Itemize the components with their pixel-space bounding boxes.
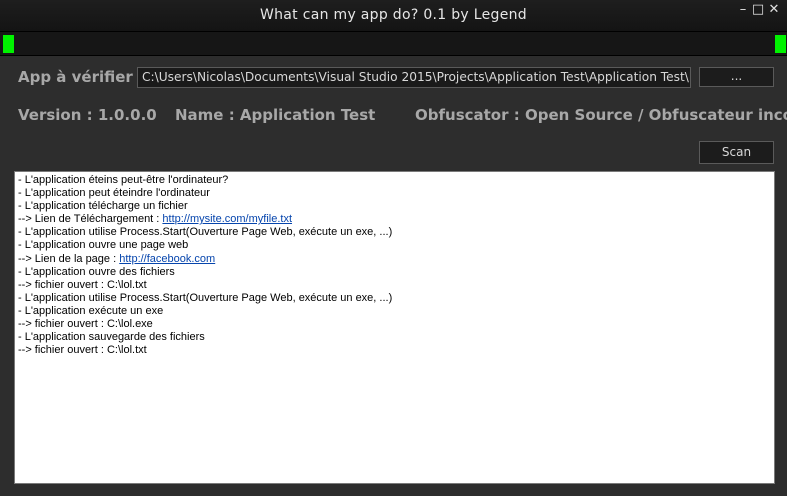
output-line-text: --> Lien de la page : xyxy=(18,252,120,265)
output-line-text: --> fichier ouvert : C:\lol.exe xyxy=(18,318,153,331)
obfuscator-label: Obfuscator : Open Source / Obfuscateur i… xyxy=(415,106,787,124)
progress-indicator-right xyxy=(775,35,786,53)
output-line: - L'application utilise Process.Start(Ou… xyxy=(18,292,771,305)
browse-button[interactable]: ... xyxy=(699,67,774,87)
name-label: Name : Application Test xyxy=(175,106,376,124)
output-line-text: --> Lien de Téléchargement : xyxy=(18,213,163,226)
title-bar[interactable]: What can my app do? 0.1 by Legend – □ ✕ xyxy=(0,0,787,31)
output-line: - L'application télécharge un fichier xyxy=(18,200,771,213)
output-line: - L'application ouvre une page web xyxy=(18,239,771,252)
output-line: --> fichier ouvert : C:\lol.txt xyxy=(18,279,771,292)
output-line: - L'application peut éteindre l'ordinate… xyxy=(18,187,771,200)
output-line-text: --> fichier ouvert : C:\lol.txt xyxy=(18,278,147,291)
output-line-text: - L'application ouvre des fichiers xyxy=(18,265,175,278)
output-line-text: - L'application sauvegarde des fichiers xyxy=(18,331,205,344)
output-line-text: - L'application utilise Process.Start(Ou… xyxy=(18,226,393,239)
scan-button[interactable]: Scan xyxy=(699,141,774,164)
minimize-icon[interactable]: – xyxy=(736,3,750,17)
output-line: --> Lien de la page : http://facebook.co… xyxy=(18,253,771,266)
output-line: - L'application éteins peut-être l'ordin… xyxy=(18,174,771,187)
output-line: - L'application ouvre des fichiers xyxy=(18,266,771,279)
maximize-icon[interactable]: □ xyxy=(751,3,765,17)
output-line: --> fichier ouvert : C:\lol.exe xyxy=(18,318,771,331)
output-link[interactable]: http://facebook.com xyxy=(119,253,215,265)
output-line-text: - L'application éteins peut-être l'ordin… xyxy=(18,174,229,186)
progress-bar xyxy=(0,31,787,56)
output-line-text: - L'application exécute un exe xyxy=(18,304,164,317)
output-line: - L'application sauvegarde des fichiers xyxy=(18,331,771,344)
output-line-text: - L'application peut éteindre l'ordinate… xyxy=(18,187,210,200)
close-icon[interactable]: ✕ xyxy=(767,3,781,17)
output-line-text: - L'application télécharge un fichier xyxy=(18,200,188,213)
output-line: - L'application exécute un exe xyxy=(18,305,771,318)
output-line: --> Lien de Téléchargement : http://mysi… xyxy=(18,213,771,226)
app-path-label: App à vérifier : xyxy=(18,68,145,86)
output-line: - L'application utilise Process.Start(Ou… xyxy=(18,226,771,239)
output-line-text: --> fichier ouvert : C:\lol.txt xyxy=(18,344,147,357)
window-title: What can my app do? 0.1 by Legend xyxy=(259,7,527,23)
version-label: Version : 1.0.0.0 xyxy=(18,106,157,124)
results-output[interactable]: - L'application éteins peut-être l'ordin… xyxy=(14,171,775,484)
progress-indicator-left xyxy=(3,35,14,53)
output-line-text: - L'application ouvre une page web xyxy=(18,239,189,252)
output-link[interactable]: http://mysite.com/myfile.txt xyxy=(162,213,292,225)
output-line: --> fichier ouvert : C:\lol.txt xyxy=(18,344,771,357)
output-line-text: - L'application utilise Process.Start(Ou… xyxy=(18,291,393,304)
app-path-input[interactable]: C:\Users\Nicolas\Documents\Visual Studio… xyxy=(137,67,691,88)
